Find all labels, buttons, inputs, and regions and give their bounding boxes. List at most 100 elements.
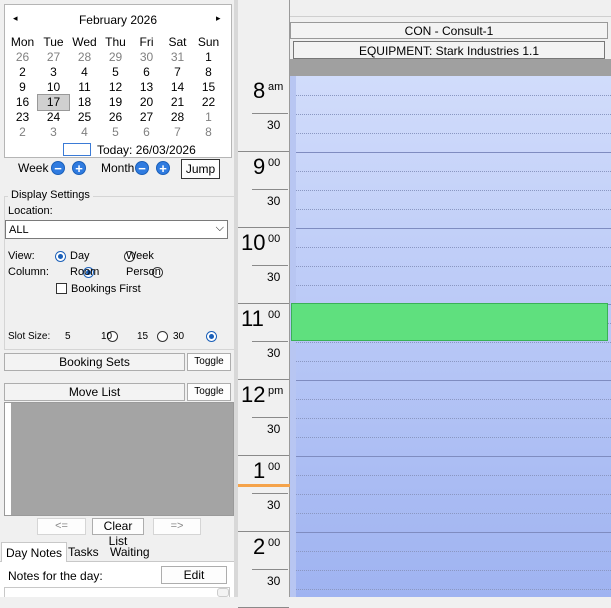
- today-marker[interactable]: [63, 143, 91, 156]
- calendar-day[interactable]: 27: [38, 50, 69, 65]
- calendar-day[interactable]: 10: [38, 80, 69, 95]
- booking-sets-toggle-button[interactable]: Toggle: [187, 353, 231, 371]
- bookings-first-label[interactable]: Bookings First: [71, 283, 141, 295]
- calendar-day[interactable]: 6: [131, 65, 162, 80]
- slot-10-radio[interactable]: [157, 330, 169, 342]
- slot-30-label[interactable]: 30: [173, 331, 184, 342]
- calendar-day[interactable]: 7: [162, 65, 193, 80]
- month-minus-icon[interactable]: −: [135, 161, 149, 175]
- calendar-day[interactable]: 5: [100, 125, 131, 140]
- column-room-label[interactable]: Room: [70, 266, 99, 278]
- tab-day-notes[interactable]: Day Notes: [1, 542, 68, 563]
- calendar-day[interactable]: 23: [7, 110, 38, 125]
- day-notes-panel: Notes for the day: Edit: [0, 562, 234, 597]
- resource-header-con[interactable]: CON - Consult-1: [290, 22, 608, 39]
- week-minus-icon[interactable]: −: [51, 161, 65, 175]
- move-list-area[interactable]: [4, 402, 234, 516]
- today-label[interactable]: Today: 26/03/2026: [97, 143, 196, 157]
- calendar-day[interactable]: 7: [162, 125, 193, 140]
- notes-scroll-button[interactable]: [217, 588, 229, 597]
- half-hour-label: 30: [267, 574, 281, 588]
- column-person-label[interactable]: Person: [126, 266, 161, 278]
- calendar-day[interactable]: 18: [69, 95, 100, 110]
- calendar-day[interactable]: 17: [37, 94, 70, 111]
- hour-tick: [238, 303, 289, 304]
- tab-tasks[interactable]: Tasks: [64, 542, 103, 562]
- calendar-day[interactable]: 4: [69, 125, 100, 140]
- calendar-day[interactable]: 8: [193, 125, 224, 140]
- weekday-header: Fri: [139, 35, 154, 49]
- calendar-day[interactable]: 31: [162, 50, 193, 65]
- bookings-first-checkbox[interactable]: [56, 283, 67, 294]
- slot-15-label[interactable]: 15: [137, 331, 148, 342]
- slot-line: [296, 114, 611, 115]
- hour-label: 2: [253, 534, 266, 559]
- calendar-day[interactable]: 24: [38, 110, 69, 125]
- booking-sets-header[interactable]: Booking Sets: [4, 353, 185, 371]
- calendar-day[interactable]: 11: [69, 80, 100, 95]
- calendar-day[interactable]: 26: [7, 50, 38, 65]
- schedule-header-band: [290, 59, 611, 76]
- notes-textarea[interactable]: [4, 587, 230, 597]
- slot-10-label[interactable]: 10: [101, 331, 112, 342]
- move-list-next-button[interactable]: =>: [153, 518, 201, 535]
- calendar-day[interactable]: 9: [7, 80, 38, 95]
- calendar-day[interactable]: 5: [100, 65, 131, 80]
- calendar-day[interactable]: 28: [69, 50, 100, 65]
- calendar-day[interactable]: 19: [100, 95, 131, 110]
- half-hour-tick: [252, 189, 288, 190]
- calendar-day[interactable]: 2: [7, 65, 38, 80]
- calendar-day[interactable]: 3: [38, 125, 69, 140]
- chevron-down-icon[interactable]: ⌵: [216, 222, 224, 235]
- location-select[interactable]: ALL ⌵: [5, 220, 228, 239]
- half-hour-tick: [252, 265, 288, 266]
- calendar-day[interactable]: 30: [131, 50, 162, 65]
- edit-notes-button[interactable]: Edit: [161, 566, 227, 584]
- calendar-day[interactable]: 4: [69, 65, 100, 80]
- move-list-toggle-button[interactable]: Toggle: [187, 383, 231, 401]
- view-day-radio[interactable]: [55, 250, 66, 262]
- calendar-day[interactable]: 27: [131, 110, 162, 125]
- slot-15-radio[interactable]: [206, 330, 218, 342]
- location-label: Location:: [8, 205, 53, 217]
- calendar-day[interactable]: 16: [7, 95, 38, 110]
- view-day-label[interactable]: Day: [70, 250, 90, 262]
- half-hour-label: 30: [267, 498, 281, 512]
- slot-5-label[interactable]: 5: [65, 331, 71, 342]
- slot-line: [296, 209, 611, 210]
- calendar-day[interactable]: 28: [162, 110, 193, 125]
- move-list-prev-button[interactable]: <=: [37, 518, 86, 535]
- hour-label: 1: [253, 458, 266, 483]
- calendar-day[interactable]: 3: [38, 65, 69, 80]
- calendar-day[interactable]: 1: [193, 50, 224, 65]
- jump-button[interactable]: Jump: [181, 159, 220, 179]
- resource-header-equipment[interactable]: EQUIPMENT: Stark Industries 1.1: [293, 41, 605, 59]
- calendar-day[interactable]: 21: [162, 95, 193, 110]
- move-list-scrollbar[interactable]: [5, 403, 11, 515]
- hour-suffix: 00: [268, 233, 281, 245]
- tab-waiting[interactable]: Waiting: [106, 542, 154, 562]
- calendar-day[interactable]: 13: [131, 80, 162, 95]
- calendar-day[interactable]: 14: [162, 80, 193, 95]
- calendar-day[interactable]: 20: [131, 95, 162, 110]
- calendar-day[interactable]: 6: [131, 125, 162, 140]
- calendar-day[interactable]: 25: [69, 110, 100, 125]
- move-list-header[interactable]: Move List: [4, 383, 185, 401]
- calendar-day[interactable]: 29: [100, 50, 131, 65]
- clear-list-button[interactable]: Clear List: [92, 518, 144, 548]
- calendar-day[interactable]: 15: [193, 80, 224, 95]
- hour-tick: [238, 455, 289, 456]
- view-week-label[interactable]: Week: [126, 250, 154, 262]
- booking-block[interactable]: [291, 303, 608, 341]
- calendar-day[interactable]: 8: [193, 65, 224, 80]
- month-plus-icon[interactable]: +: [156, 161, 170, 175]
- calendar-day[interactable]: 2: [7, 125, 38, 140]
- week-plus-icon[interactable]: +: [72, 161, 86, 175]
- calendar-day[interactable]: 22: [193, 95, 224, 110]
- hour-label: 9: [253, 154, 266, 179]
- calendar-week-row: 2345678: [7, 125, 229, 140]
- calendar-day[interactable]: 26: [100, 110, 131, 125]
- calendar-day[interactable]: 1: [193, 110, 224, 125]
- calendar-day[interactable]: 12: [100, 80, 131, 95]
- slot-line: [296, 190, 611, 191]
